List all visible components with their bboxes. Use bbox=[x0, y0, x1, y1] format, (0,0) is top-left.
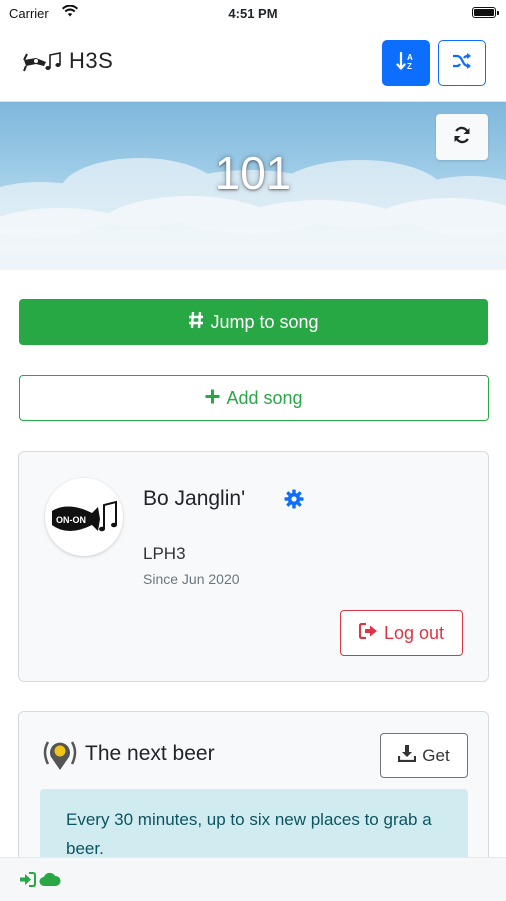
horn-music-logo-icon bbox=[22, 50, 64, 79]
hashtag-icon bbox=[188, 311, 204, 334]
app-header: H3S A Z bbox=[0, 28, 506, 102]
bottom-bar bbox=[0, 857, 506, 901]
song-hero: 101 bbox=[0, 102, 506, 270]
jump-to-song-label: Jump to song bbox=[210, 311, 319, 332]
get-label: Get bbox=[422, 745, 450, 765]
refresh-button[interactable] bbox=[436, 114, 488, 160]
battery-icon bbox=[472, 7, 499, 18]
svg-text:Z: Z bbox=[407, 62, 412, 71]
sort-button[interactable]: A Z bbox=[382, 40, 430, 86]
sign-in-icon[interactable] bbox=[19, 872, 36, 892]
logout-label: Log out bbox=[383, 622, 445, 643]
clock: 4:51 PM bbox=[228, 6, 278, 21]
user-kennel: LPH3 bbox=[143, 544, 186, 563]
get-button[interactable]: Get bbox=[380, 733, 468, 778]
next-beer-card: The next beer Get Every 30 minutes, up t… bbox=[18, 711, 489, 871]
shuffle-icon bbox=[452, 52, 472, 75]
member-since: Since Jun 2020 bbox=[143, 571, 240, 587]
download-icon bbox=[398, 744, 417, 767]
add-song-label: Add song bbox=[226, 387, 303, 408]
shuffle-button[interactable] bbox=[438, 40, 486, 86]
map-pin-beer-icon bbox=[40, 738, 80, 777]
add-song-button[interactable]: Add song bbox=[19, 375, 489, 421]
status-bar: Carrier 4:51 PM bbox=[0, 0, 506, 28]
sort-alpha-icon: A Z bbox=[396, 51, 416, 76]
refresh-icon bbox=[452, 125, 472, 150]
logout-button[interactable]: Log out bbox=[340, 610, 463, 656]
user-card: ON-ON Bo Janglin' LPH3 Since Jun 2020 Lo… bbox=[18, 451, 489, 682]
svg-text:A: A bbox=[407, 53, 413, 62]
on-on-logo-icon: ON-ON bbox=[52, 500, 117, 532]
next-beer-title: The next beer bbox=[85, 742, 215, 765]
app-brand: H3S bbox=[69, 48, 114, 73]
gear-icon[interactable] bbox=[284, 489, 304, 514]
cloud-icon[interactable] bbox=[39, 872, 61, 892]
user-name: Bo Janglin' bbox=[143, 487, 246, 510]
jump-to-song-button[interactable]: Jump to song bbox=[19, 299, 488, 345]
avatar-text: ON-ON bbox=[56, 515, 86, 525]
sign-out-icon bbox=[358, 622, 378, 644]
plus-icon bbox=[205, 388, 220, 409]
song-number: 101 bbox=[214, 147, 292, 199]
avatar: ON-ON bbox=[45, 478, 123, 556]
